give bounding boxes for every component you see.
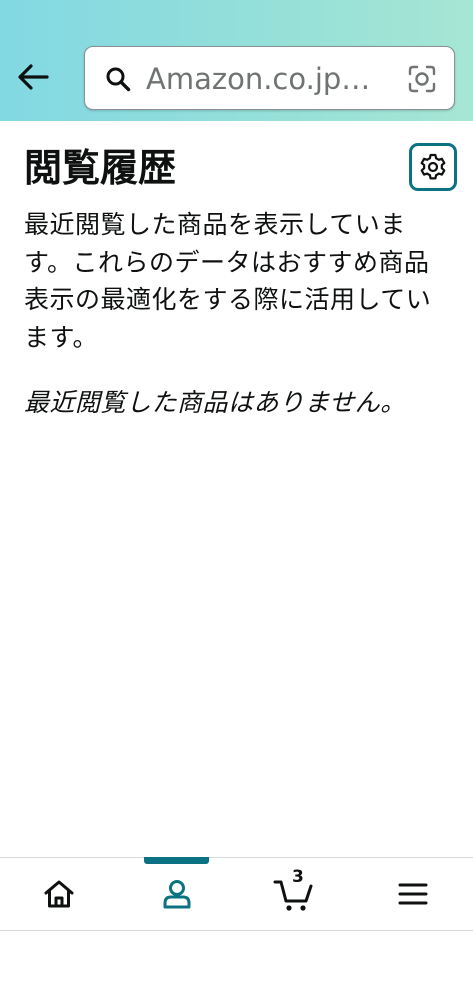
nav-home[interactable]: [0, 858, 118, 930]
back-button[interactable]: [12, 58, 54, 96]
search-placeholder: Amazon.co.jp…: [146, 62, 371, 96]
gear-icon: [420, 153, 446, 180]
nav-account[interactable]: [118, 857, 236, 930]
title-row: 閲覧履歴: [24, 140, 459, 196]
camera-lens-icon[interactable]: [407, 64, 437, 94]
arrow-left-icon: [18, 64, 49, 90]
history-description: 最近閲覧した商品を表示しています。これらのデータはおすすめ商品表示の最適化をする…: [24, 210, 432, 352]
active-tab-indicator: [144, 857, 209, 864]
page-title: 閲覧履歴: [24, 146, 177, 190]
hamburger-menu-icon: [398, 883, 428, 905]
header-bar: Amazon.co.jp…: [0, 0, 473, 121]
empty-history-message: 最近閲覧した商品はありません。: [24, 388, 406, 417]
cart-count-badge: 3: [292, 867, 304, 887]
cart-icon-wrap: 3: [273, 868, 317, 914]
search-icon: [106, 67, 131, 92]
nav-cart[interactable]: 3: [236, 858, 354, 930]
search-input[interactable]: Amazon.co.jp…: [84, 46, 455, 110]
home-icon: [44, 880, 74, 908]
nav-menu[interactable]: [354, 858, 472, 930]
settings-button[interactable]: [409, 143, 457, 191]
page: Amazon.co.jp… 閲覧履歴 最近閲覧した商品を表示しています。これらの…: [0, 0, 473, 999]
bottom-nav: 3: [0, 857, 473, 931]
person-icon: [163, 880, 191, 909]
